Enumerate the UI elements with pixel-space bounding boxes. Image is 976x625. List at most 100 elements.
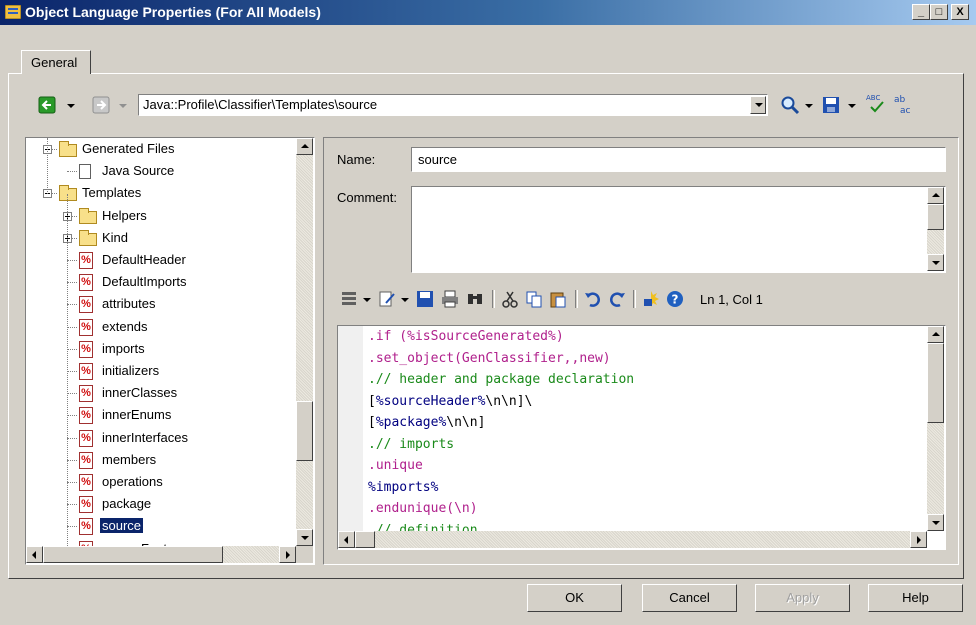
folder-icon	[79, 229, 97, 246]
tree-vscroll-thumb[interactable]	[296, 401, 313, 461]
template-icon: %	[79, 496, 93, 514]
back-dropdown-icon[interactable]	[67, 104, 75, 108]
forward-icon[interactable]	[92, 96, 110, 114]
editor-scroll-up-button[interactable]	[927, 326, 944, 343]
tree-item[interactable]: Java Source	[26, 161, 296, 183]
tree-item-label: innerClasses	[102, 385, 178, 401]
toolbar-separator	[633, 290, 636, 308]
search-dropdown-icon[interactable]	[805, 104, 813, 108]
path-combobox[interactable]: Java::Profile\Classifier\Templates\sourc…	[138, 94, 768, 116]
template-icon: %	[79, 451, 93, 469]
print-icon[interactable]	[441, 290, 459, 308]
tab-general[interactable]: General	[21, 50, 91, 74]
tree-scroll-right-button[interactable]	[279, 546, 296, 563]
template-icon: %	[79, 407, 93, 425]
path-value: Java::Profile\Classifier\Templates\sourc…	[143, 97, 378, 112]
code-line: .unique	[368, 458, 423, 473]
back-icon[interactable]	[38, 96, 56, 114]
code-line: .if (%isSourceGenerated%)	[368, 329, 564, 344]
comment-scroll-down-button[interactable]	[927, 254, 944, 271]
folder-icon	[79, 207, 97, 224]
edit-icon[interactable]	[378, 290, 396, 308]
tree-scroll-down-button[interactable]	[296, 529, 313, 546]
template-icon: %	[79, 274, 93, 292]
help-icon[interactable]: ?	[666, 290, 684, 308]
template-icon: %	[79, 318, 93, 336]
svg-text:ac: ac	[900, 106, 911, 115]
help-button[interactable]: Help	[868, 584, 963, 612]
name-field[interactable]: source	[411, 147, 946, 172]
template-icon: %	[79, 429, 93, 447]
cut-icon[interactable]	[501, 290, 519, 308]
paste-icon[interactable]	[549, 290, 567, 308]
editor-save-icon[interactable]	[416, 290, 434, 308]
search-icon[interactable]	[780, 95, 800, 115]
code-editor[interactable]: .if (%isSourceGenerated%) .set_object(Gen…	[337, 325, 946, 550]
editor-hscroll-thumb[interactable]	[355, 531, 375, 548]
insert-icon[interactable]	[642, 290, 660, 308]
code-line: %imports%	[368, 479, 439, 495]
svg-text:?: ?	[672, 293, 679, 307]
tree-view[interactable]: Generated Files Java Source Templates Helpe…	[25, 137, 315, 565]
code-line: [%package%\n\n]	[368, 415, 486, 430]
tree-item-label: extends	[102, 318, 148, 334]
template-icon: %	[79, 296, 93, 314]
undo-icon[interactable]	[584, 290, 602, 308]
tree-item-label: Helpers	[102, 207, 147, 223]
template-icon: %	[79, 385, 93, 403]
copy-icon[interactable]	[525, 290, 543, 308]
path-dropdown-button[interactable]	[750, 96, 766, 114]
cancel-button[interactable]: Cancel	[642, 584, 737, 612]
template-icon: %	[79, 252, 93, 269]
editor-scroll-left-button[interactable]	[338, 531, 355, 548]
maximize-button[interactable]: □	[930, 4, 948, 20]
tree-item-label: Generated Files	[82, 141, 175, 156]
edit-dropdown-icon[interactable]	[401, 298, 409, 302]
ok-button[interactable]: OK	[527, 584, 622, 612]
redo-icon[interactable]	[608, 290, 626, 308]
tree-item-label: operations	[102, 474, 163, 489]
name-label: Name:	[337, 152, 376, 167]
tree-vscroll-track[interactable]	[296, 138, 313, 546]
save-dropdown-icon[interactable]	[848, 104, 856, 108]
tree-item[interactable]: Generated Files	[26, 139, 296, 161]
replace-icon[interactable]: ab ac	[893, 93, 913, 115]
tree-item-label: Kind	[102, 229, 129, 245]
comment-scroll-up-button[interactable]	[927, 187, 944, 204]
code-line: [%sourceHeader%\n\n]\	[368, 393, 533, 409]
editor-vscroll-thumb[interactable]	[927, 343, 944, 423]
folder-icon	[59, 141, 77, 157]
editor-scroll-right-button[interactable]	[910, 531, 927, 548]
template-icon: %	[79, 518, 93, 536]
spell-check-icon[interactable]: ABC	[866, 93, 886, 115]
apply-button[interactable]: Apply	[755, 584, 850, 612]
code-line: .set_object(GenClassifier,,new)	[368, 350, 611, 366]
document-icon	[79, 164, 91, 180]
folder-icon	[59, 185, 77, 202]
tree-item-label: DefaultHeader	[102, 252, 186, 267]
toolbar-separator	[575, 290, 578, 308]
editor-menu-icon[interactable]	[340, 290, 358, 308]
cursor-position: Ln 1, Col 1	[700, 292, 763, 307]
tree-hscroll-thumb[interactable]	[43, 546, 223, 563]
forward-dropdown-icon[interactable]	[119, 104, 127, 108]
app-icon	[5, 5, 21, 19]
tree-item-label: DefaultImports	[102, 274, 187, 290]
tree-item-label: attributes	[102, 296, 156, 312]
editor-menu-dropdown-icon[interactable]	[363, 298, 371, 302]
save-icon[interactable]	[822, 96, 840, 114]
close-button[interactable]: X	[951, 4, 969, 20]
code-line: .// imports	[368, 436, 455, 452]
find-icon[interactable]	[466, 290, 484, 308]
tree-scroll-left-button[interactable]	[26, 546, 43, 563]
window-title: Object Language Properties (For All Mode…	[25, 4, 321, 20]
comment-field[interactable]	[411, 186, 946, 273]
code-line: .// header and package declaration	[368, 372, 635, 387]
tree-item-label: Java Source	[102, 163, 175, 179]
minimize-button[interactable]: _	[912, 4, 930, 20]
toolbar-separator	[492, 290, 495, 308]
comment-vscroll-thumb[interactable]	[927, 204, 944, 230]
tree-scroll-up-button[interactable]	[296, 138, 313, 155]
tree-item-label: imports	[102, 340, 145, 356]
editor-scroll-down-button[interactable]	[927, 514, 944, 531]
